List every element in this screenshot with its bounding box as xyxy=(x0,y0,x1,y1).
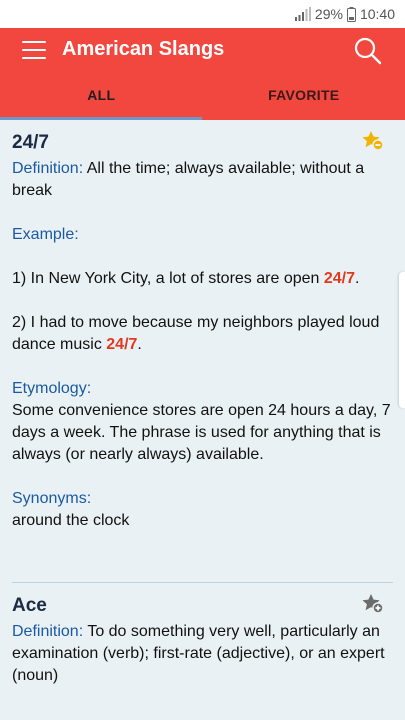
example-1: 1) In New York City, a lot of stores are… xyxy=(12,268,393,290)
example-1-highlight: 24/7 xyxy=(323,270,356,287)
hamburger-icon[interactable] xyxy=(22,41,46,61)
search-icon[interactable] xyxy=(353,36,383,66)
synonyms-label: Synonyms: xyxy=(12,490,92,507)
slang-word: 24/7 xyxy=(12,132,49,153)
star-add-icon[interactable] xyxy=(361,593,385,615)
definition-label: Definition: xyxy=(12,623,84,640)
app-title: American Slangs xyxy=(62,38,225,60)
signal-icon xyxy=(294,7,311,21)
definition-label: Definition: xyxy=(12,160,84,177)
scroll-handle[interactable] xyxy=(399,272,405,408)
definition: Definition: All the time; always availab… xyxy=(12,158,393,202)
slang-word: Ace xyxy=(12,595,47,616)
battery-icon xyxy=(346,6,356,22)
list-item[interactable]: Ace Definition: To do something very wel… xyxy=(0,583,405,687)
etymology-label: Etymology: xyxy=(12,380,92,397)
battery-percent: 29% xyxy=(314,6,343,22)
example-label: Example: xyxy=(12,226,79,243)
tab-bar: ALL FAVORITE xyxy=(0,76,405,120)
example-2-highlight: 24/7 xyxy=(106,336,138,353)
status-right: 29% 10:40 xyxy=(294,6,395,22)
tab-favorite[interactable]: FAVORITE xyxy=(203,76,405,120)
example-1-end: . xyxy=(355,270,360,287)
definition: Definition: To do something very well, p… xyxy=(12,621,393,687)
etymology-text: Some convenience stores are open 24 hour… xyxy=(12,402,391,463)
example-2: 2) I had to move because my neighbors pl… xyxy=(12,312,393,356)
list-item[interactable]: 24/7 Definition: All the time; always av… xyxy=(0,120,405,532)
example-2-end: . xyxy=(137,336,142,353)
example-1-text: 1) In New York City, a lot of stores are… xyxy=(12,270,320,287)
clock: 10:40 xyxy=(359,6,395,22)
status-bar: 29% 10:40 xyxy=(0,0,405,28)
example-2-text: 2) I had to move because my neighbors pl… xyxy=(12,314,380,353)
synonyms-text: around the clock xyxy=(12,512,130,529)
app-bar: American Slangs xyxy=(0,28,405,76)
tab-all[interactable]: ALL xyxy=(0,76,203,120)
slang-list[interactable]: 24/7 Definition: All the time; always av… xyxy=(0,120,405,720)
star-remove-icon[interactable] xyxy=(361,130,385,152)
